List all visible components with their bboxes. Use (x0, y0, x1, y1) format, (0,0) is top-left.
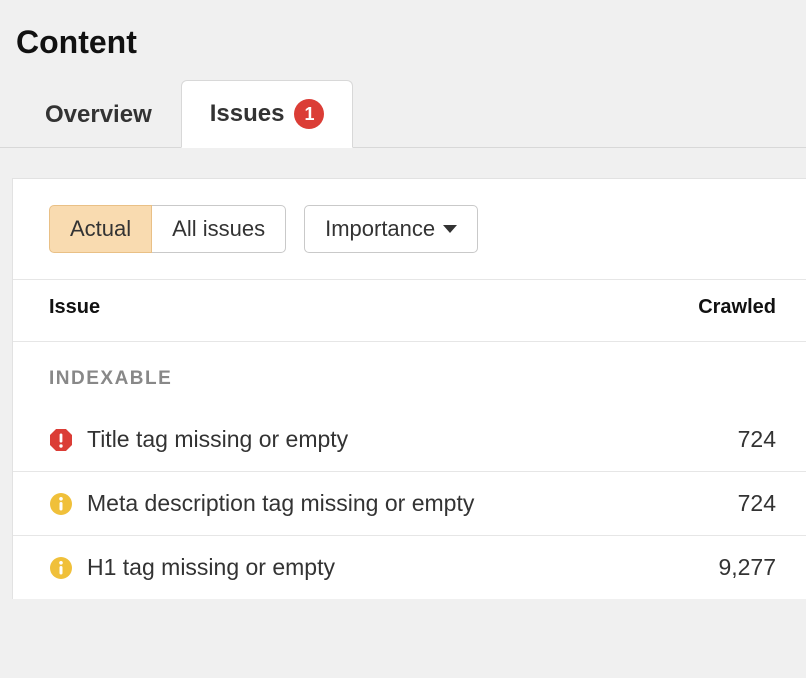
issue-count: 724 (738, 490, 776, 517)
table-row[interactable]: H1 tag missing or empty 9,277 (13, 536, 806, 599)
filter-actual-button[interactable]: Actual (49, 205, 152, 253)
table-row[interactable]: Meta description tag missing or empty 72… (13, 472, 806, 536)
tab-issues[interactable]: Issues 1 (181, 80, 354, 148)
info-icon (49, 492, 73, 516)
section-header-indexable: INDEXABLE (13, 342, 806, 408)
table-header: Issue Crawled (13, 280, 806, 342)
chevron-down-icon (443, 225, 457, 233)
issue-label: Title tag missing or empty (87, 426, 738, 453)
issues-panel: Actual All issues Importance Issue Crawl… (12, 178, 806, 599)
issue-count: 9,277 (718, 554, 776, 581)
info-icon (49, 556, 73, 580)
filter-bar: Actual All issues Importance (13, 179, 806, 280)
tab-issues-label: Issues (210, 100, 285, 128)
tab-issues-badge: 1 (294, 99, 324, 129)
column-header-crawled[interactable]: Crawled (698, 296, 776, 319)
filter-all-issues-button[interactable]: All issues (152, 205, 286, 253)
table-row[interactable]: Title tag missing or empty 724 (13, 408, 806, 472)
issue-scope-toggle: Actual All issues (49, 205, 286, 253)
error-icon (49, 428, 73, 452)
importance-dropdown-label: Importance (325, 216, 435, 242)
issue-label: Meta description tag missing or empty (87, 490, 738, 517)
issue-label: H1 tag missing or empty (87, 554, 718, 581)
column-header-issue[interactable]: Issue (49, 296, 100, 319)
tabs: Overview Issues 1 (0, 79, 806, 148)
tab-overview-label: Overview (45, 101, 152, 129)
importance-dropdown[interactable]: Importance (304, 205, 478, 253)
tab-overview[interactable]: Overview (16, 80, 181, 148)
issue-count: 724 (738, 426, 776, 453)
page-title: Content (0, 0, 806, 79)
